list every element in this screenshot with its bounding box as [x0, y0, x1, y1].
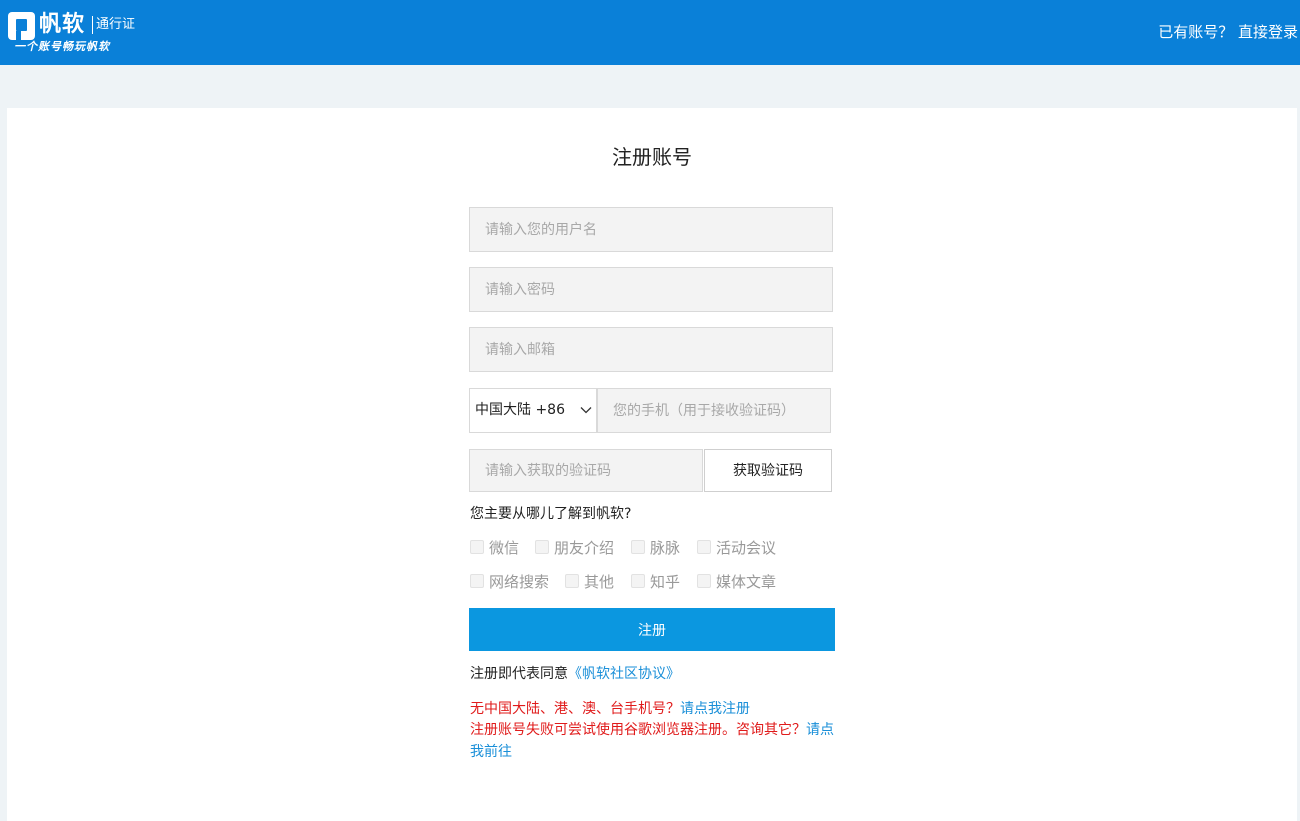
checkbox[interactable]: [535, 540, 549, 554]
page-title: 注册账号: [612, 145, 692, 169]
checkbox[interactable]: [697, 540, 711, 554]
logo-mark-icon: [8, 12, 35, 40]
agreement-link[interactable]: 《帆软社区协议》: [568, 666, 680, 682]
overseas-register-link[interactable]: 请点我注册: [680, 701, 750, 717]
username-input[interactable]: [469, 207, 833, 252]
brand-divider: [92, 16, 93, 34]
phone-input[interactable]: [597, 388, 831, 433]
get-code-button[interactable]: 获取验证码: [704, 449, 832, 492]
brand-slogan: 一个账号畅玩帆软: [14, 40, 110, 53]
country-code-value: 中国大陆 +86: [475, 402, 565, 418]
browser-notice: 注册账号失败可尝试使用谷歌浏览器注册。咨询其它？请点我前往: [470, 719, 842, 763]
login-prompt: 已有账号？: [1158, 23, 1234, 41]
login-link[interactable]: 已有账号？ 直接登录: [1158, 20, 1298, 44]
browser-notice-text: 注册账号失败可尝试使用谷歌浏览器注册。咨询其它？: [470, 722, 806, 738]
checkbox[interactable]: [470, 540, 484, 554]
country-code-select[interactable]: 中国大陆 +86: [469, 388, 597, 433]
option-zhihu[interactable]: 知乎: [631, 572, 680, 592]
checkbox[interactable]: [631, 574, 645, 588]
register-button[interactable]: 注册: [469, 608, 835, 651]
option-web-search[interactable]: 网络搜索: [470, 572, 549, 592]
option-other[interactable]: 其他: [565, 572, 614, 592]
overseas-notice: 无中国大陆、港、澳、台手机号？请点我注册: [470, 698, 842, 720]
register-card: 注册账号 中国大陆 +86 获取验证码 您主要从哪儿了解到帆软? 微信 朋友介绍…: [7, 108, 1297, 821]
overseas-notice-text: 无中国大陆、港、澳、台手机号？: [470, 701, 680, 717]
brand-subtitle: 通行证: [96, 17, 136, 32]
checkbox[interactable]: [697, 574, 711, 588]
agreement-label: 注册即代表同意: [470, 666, 568, 682]
fanruan-logo[interactable]: 帆软 通行证 一个账号畅玩帆软: [8, 9, 148, 59]
option-event[interactable]: 活动会议: [697, 538, 776, 558]
checkbox[interactable]: [631, 540, 645, 554]
agreement-text: 注册即代表同意《帆软社区协议》: [470, 664, 680, 684]
checkbox[interactable]: [565, 574, 579, 588]
brand-name: 帆软: [39, 12, 86, 37]
source-question: 您主要从哪儿了解到帆软?: [470, 506, 632, 522]
password-input[interactable]: [469, 267, 833, 312]
direct-login-link[interactable]: 直接登录: [1238, 23, 1298, 41]
option-media[interactable]: 媒体文章: [697, 572, 776, 592]
option-friend[interactable]: 朋友介绍: [535, 538, 614, 558]
top-bar: 帆软 通行证 一个账号畅玩帆软 已有账号？ 直接登录: [0, 0, 1300, 65]
chevron-down-icon: [580, 407, 592, 414]
option-wechat[interactable]: 微信: [470, 538, 519, 558]
email-input[interactable]: [469, 327, 833, 372]
verification-code-input[interactable]: [469, 449, 703, 492]
checkbox[interactable]: [470, 574, 484, 588]
option-maimai[interactable]: 脉脉: [631, 538, 680, 558]
